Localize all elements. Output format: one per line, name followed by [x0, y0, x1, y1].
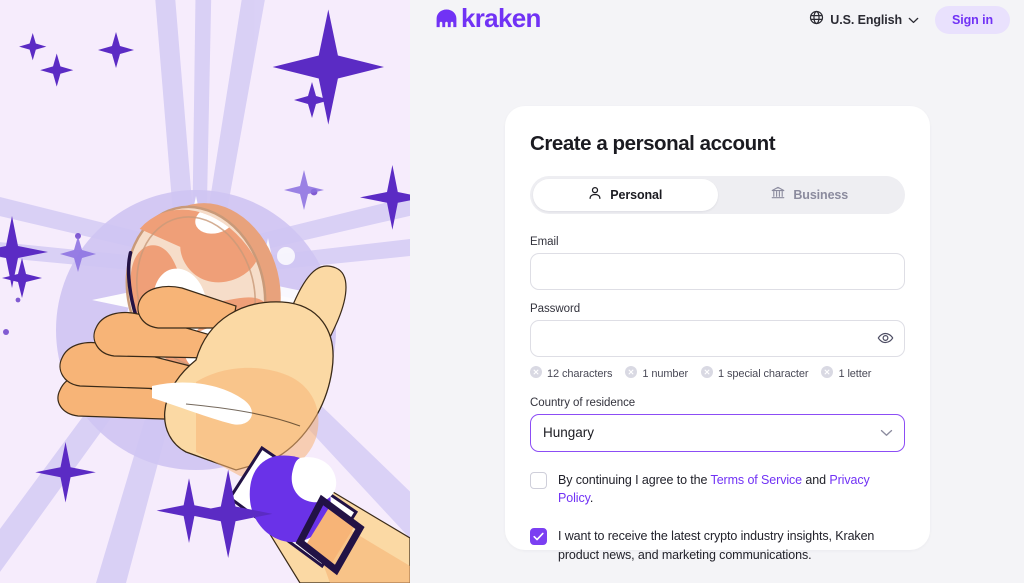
- email-field-group: Email: [530, 236, 905, 290]
- signup-right-panel: kraken U.S. English Sign in Create a per…: [410, 0, 1024, 583]
- x-circle-icon: [701, 365, 714, 383]
- language-label: U.S. English: [830, 13, 903, 27]
- country-label: Country of residence: [530, 396, 636, 409]
- terms-consent-text: By continuing I agree to the Terms of Se…: [558, 471, 905, 509]
- country-select-value: Hungary: [543, 425, 595, 441]
- tab-business[interactable]: Business: [718, 179, 903, 211]
- terms-text-middle: and: [802, 472, 830, 487]
- marketing-consent-row: I want to receive the latest crypto indu…: [530, 527, 905, 565]
- kraken-octopus-icon: [435, 8, 458, 29]
- country-select[interactable]: Hungary: [530, 413, 905, 452]
- terms-text-before: By continuing I agree to the: [558, 472, 711, 487]
- kraken-wordmark: kraken: [461, 3, 541, 33]
- signup-card: Create a personal account Personal Busin…: [505, 106, 930, 562]
- top-bar-actions: U.S. English Sign in: [807, 6, 1010, 34]
- email-input[interactable]: [530, 252, 905, 290]
- password-requirement-label: 1 special character: [718, 367, 809, 380]
- marketing-consent-text: I want to receive the latest crypto indu…: [558, 529, 875, 562]
- password-requirement: 1 number: [625, 365, 688, 383]
- password-requirement: 1 special character: [701, 365, 809, 383]
- x-circle-icon: [625, 365, 638, 383]
- password-input-wrap: [530, 319, 905, 357]
- password-requirement-label: 1 letter: [838, 367, 872, 380]
- password-label: Password: [530, 302, 581, 315]
- hand-holding-coin-illustration: [0, 0, 410, 583]
- tab-personal[interactable]: Personal: [533, 178, 718, 211]
- language-selector[interactable]: U.S. English: [807, 7, 921, 33]
- signup-page: kraken U.S. English Sign in Create a per…: [0, 0, 1024, 583]
- tab-business-label: Business: [793, 187, 849, 202]
- person-icon: [588, 186, 602, 203]
- email-input-wrap: [530, 252, 905, 290]
- chevron-down-icon: [908, 17, 919, 24]
- terms-consent-row: By continuing I agree to the Terms of Se…: [530, 471, 905, 509]
- country-field-group: Country of residence Hungary: [530, 397, 905, 452]
- password-requirement-label: 1 number: [642, 367, 689, 380]
- country-select-wrap: Hungary: [530, 413, 905, 452]
- password-requirement: 12 characters: [530, 365, 612, 383]
- x-circle-icon: [530, 365, 542, 383]
- password-requirement-label: 12 characters: [547, 367, 613, 380]
- email-label: Email: [530, 235, 559, 248]
- toggle-password-visibility-button[interactable]: [875, 328, 896, 349]
- page-title: Create a personal account: [530, 132, 776, 155]
- top-bar: kraken U.S. English Sign in: [410, 0, 1024, 44]
- illustration-svg: [0, 0, 410, 583]
- tab-personal-label: Personal: [610, 187, 663, 202]
- sign-in-button[interactable]: Sign in: [935, 6, 1010, 34]
- eye-icon: [877, 330, 894, 347]
- terms-of-service-link[interactable]: Terms of Service: [711, 473, 803, 487]
- password-requirement: 1 letter: [821, 365, 871, 383]
- check-icon: [533, 532, 544, 541]
- password-requirements: 12 characters 1 number 1 special charact…: [530, 365, 905, 383]
- password-input[interactable]: [530, 319, 905, 357]
- password-field-group: Password: [530, 303, 905, 357]
- terms-checkbox[interactable]: [530, 471, 547, 489]
- terms-text-after: .: [589, 491, 594, 506]
- x-circle-icon: [821, 365, 834, 383]
- marketing-checkbox[interactable]: [530, 528, 547, 546]
- globe-icon: [809, 10, 824, 30]
- bank-icon: [771, 186, 785, 203]
- kraken-logo[interactable]: kraken: [435, 5, 541, 31]
- account-type-tabs: Personal Business: [530, 175, 905, 214]
